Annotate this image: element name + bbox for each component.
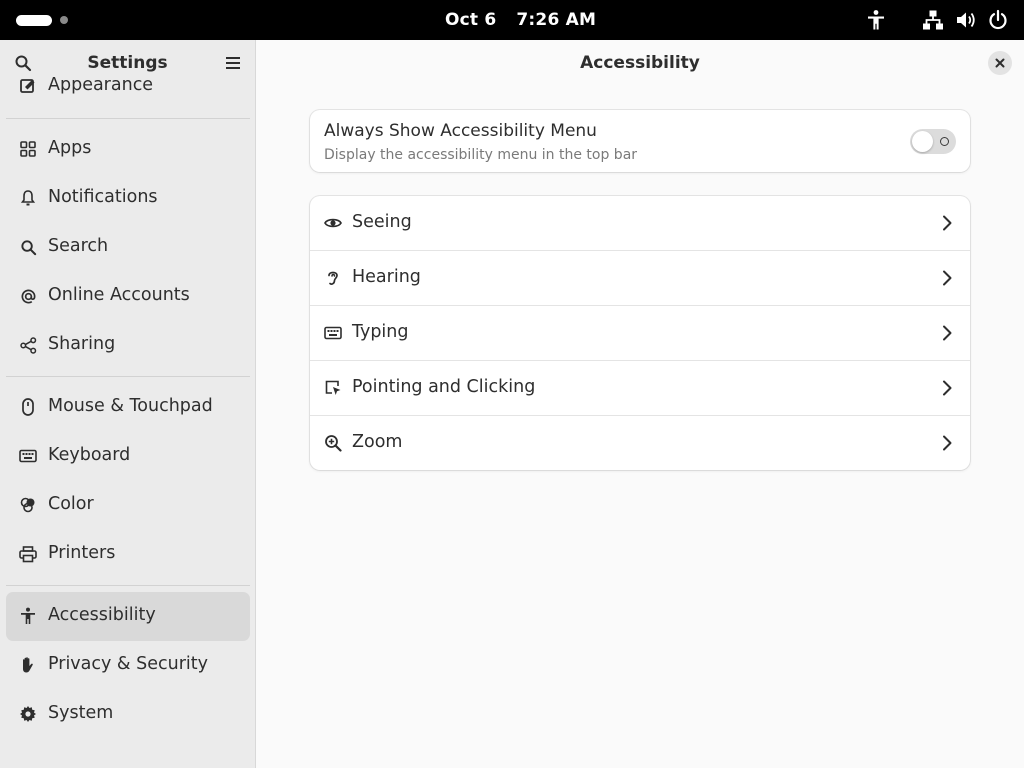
sidebar-item-label: Apps <box>48 138 92 158</box>
row-pointing-clicking[interactable]: Pointing and Clicking <box>310 361 970 416</box>
row-typing[interactable]: Typing <box>310 306 970 361</box>
row-zoom[interactable]: Zoom <box>310 416 970 470</box>
power-icon[interactable] <box>987 9 1009 31</box>
sidebar-item-label: Sharing <box>48 334 116 354</box>
close-button[interactable] <box>988 51 1012 75</box>
sidebar-item-label: Printers <box>48 543 116 563</box>
page-title: Accessibility <box>580 53 700 73</box>
sidebar-divider <box>6 585 250 586</box>
printer-icon <box>18 544 38 564</box>
sidebar-item-notifications[interactable]: Notifications <box>6 174 250 223</box>
sidebar-item-label: Appearance <box>48 75 154 95</box>
sidebar-item-color[interactable]: Color <box>6 481 250 530</box>
sidebar-item-label: Accessibility <box>48 605 156 625</box>
accessibility-icon <box>18 606 38 626</box>
ear-icon <box>323 268 343 288</box>
sidebar-divider <box>6 118 250 119</box>
row-seeing[interactable]: Seeing <box>310 196 970 251</box>
search-icon <box>18 237 38 257</box>
pointer-icon <box>323 378 343 398</box>
sidebar-item-privacy-security[interactable]: Privacy & Security <box>6 641 250 690</box>
appearance-icon <box>18 76 38 96</box>
accessibility-icon[interactable] <box>866 9 886 31</box>
sidebar-item-online-accounts[interactable]: Online Accounts <box>6 272 250 321</box>
chevron-right-icon <box>943 435 952 451</box>
zoom-icon <box>323 433 343 453</box>
keyboard-icon <box>323 323 343 343</box>
sidebar-item-label: Privacy & Security <box>48 654 208 674</box>
sidebar-item-label: Color <box>48 494 94 514</box>
accessibility-menu-title: Always Show Accessibility Menu <box>324 121 597 141</box>
color-icon <box>18 495 38 515</box>
clock-date: Oct 6 <box>445 10 497 30</box>
switch-knob <box>912 131 933 152</box>
workspace-indicator <box>60 16 68 24</box>
mouse-icon <box>18 397 38 417</box>
accessibility-sections-list: Seeing Hearing Typing Pointing and Click… <box>310 196 970 470</box>
keyboard-icon <box>18 446 38 466</box>
at-icon <box>18 286 38 306</box>
gear-icon <box>18 704 38 724</box>
bell-icon <box>18 188 38 208</box>
sidebar-item-mouse-touchpad[interactable]: Mouse & Touchpad <box>6 383 250 432</box>
close-icon <box>995 58 1005 68</box>
sidebar-item-accessibility[interactable]: Accessibility <box>6 592 250 641</box>
sidebar-divider <box>6 376 250 377</box>
chevron-right-icon <box>943 215 952 231</box>
chevron-right-icon <box>943 325 952 341</box>
sidebar-item-printers[interactable]: Printers <box>6 530 250 579</box>
apps-icon <box>18 139 38 159</box>
clock[interactable]: Oct 6 7:26 AM <box>445 10 596 30</box>
sidebar-item-sharing[interactable]: Sharing <box>6 321 250 370</box>
sidebar-item-label: Search <box>48 236 109 256</box>
eye-icon <box>323 213 343 233</box>
accessibility-menu-card: Always Show Accessibility Menu Display t… <box>310 110 970 172</box>
sidebar-item-apps[interactable]: Apps <box>6 125 250 174</box>
top-bar: Oct 6 7:26 AM <box>0 0 1024 40</box>
row-label: Seeing <box>352 212 412 232</box>
sidebar-item-search[interactable]: Search <box>6 223 250 272</box>
sidebar-item-keyboard[interactable]: Keyboard <box>6 432 250 481</box>
row-label: Hearing <box>352 267 421 287</box>
workspace-active-indicator <box>16 14 52 26</box>
accessibility-menu-switch[interactable] <box>910 129 956 154</box>
share-icon <box>18 335 38 355</box>
sidebar: Settings Appearance Apps Notifications S… <box>0 40 256 768</box>
row-label: Zoom <box>352 432 403 452</box>
accessibility-menu-subtitle: Display the accessibility menu in the to… <box>324 147 638 163</box>
sidebar-item-appearance[interactable]: Appearance <box>6 63 250 112</box>
sidebar-item-system[interactable]: System <box>6 690 250 739</box>
sidebar-item-label: Mouse & Touchpad <box>48 396 213 416</box>
sidebar-list: Appearance Apps Notifications Search Onl… <box>6 75 250 739</box>
row-label: Typing <box>352 322 409 342</box>
switch-off-indicator <box>940 137 949 146</box>
clock-time: 7:26 AM <box>516 10 597 30</box>
row-label: Pointing and Clicking <box>352 377 536 397</box>
sidebar-item-label: System <box>48 703 114 723</box>
row-hearing[interactable]: Hearing <box>310 251 970 306</box>
sidebar-item-label: Keyboard <box>48 445 131 465</box>
activities-indicator[interactable] <box>16 14 68 26</box>
chevron-right-icon <box>943 270 952 286</box>
hand-icon <box>18 655 38 675</box>
volume-icon[interactable] <box>955 9 977 31</box>
chevron-right-icon <box>943 380 952 396</box>
network-icon[interactable] <box>922 9 944 31</box>
sidebar-item-label: Online Accounts <box>48 285 190 305</box>
sidebar-item-label: Notifications <box>48 187 158 207</box>
